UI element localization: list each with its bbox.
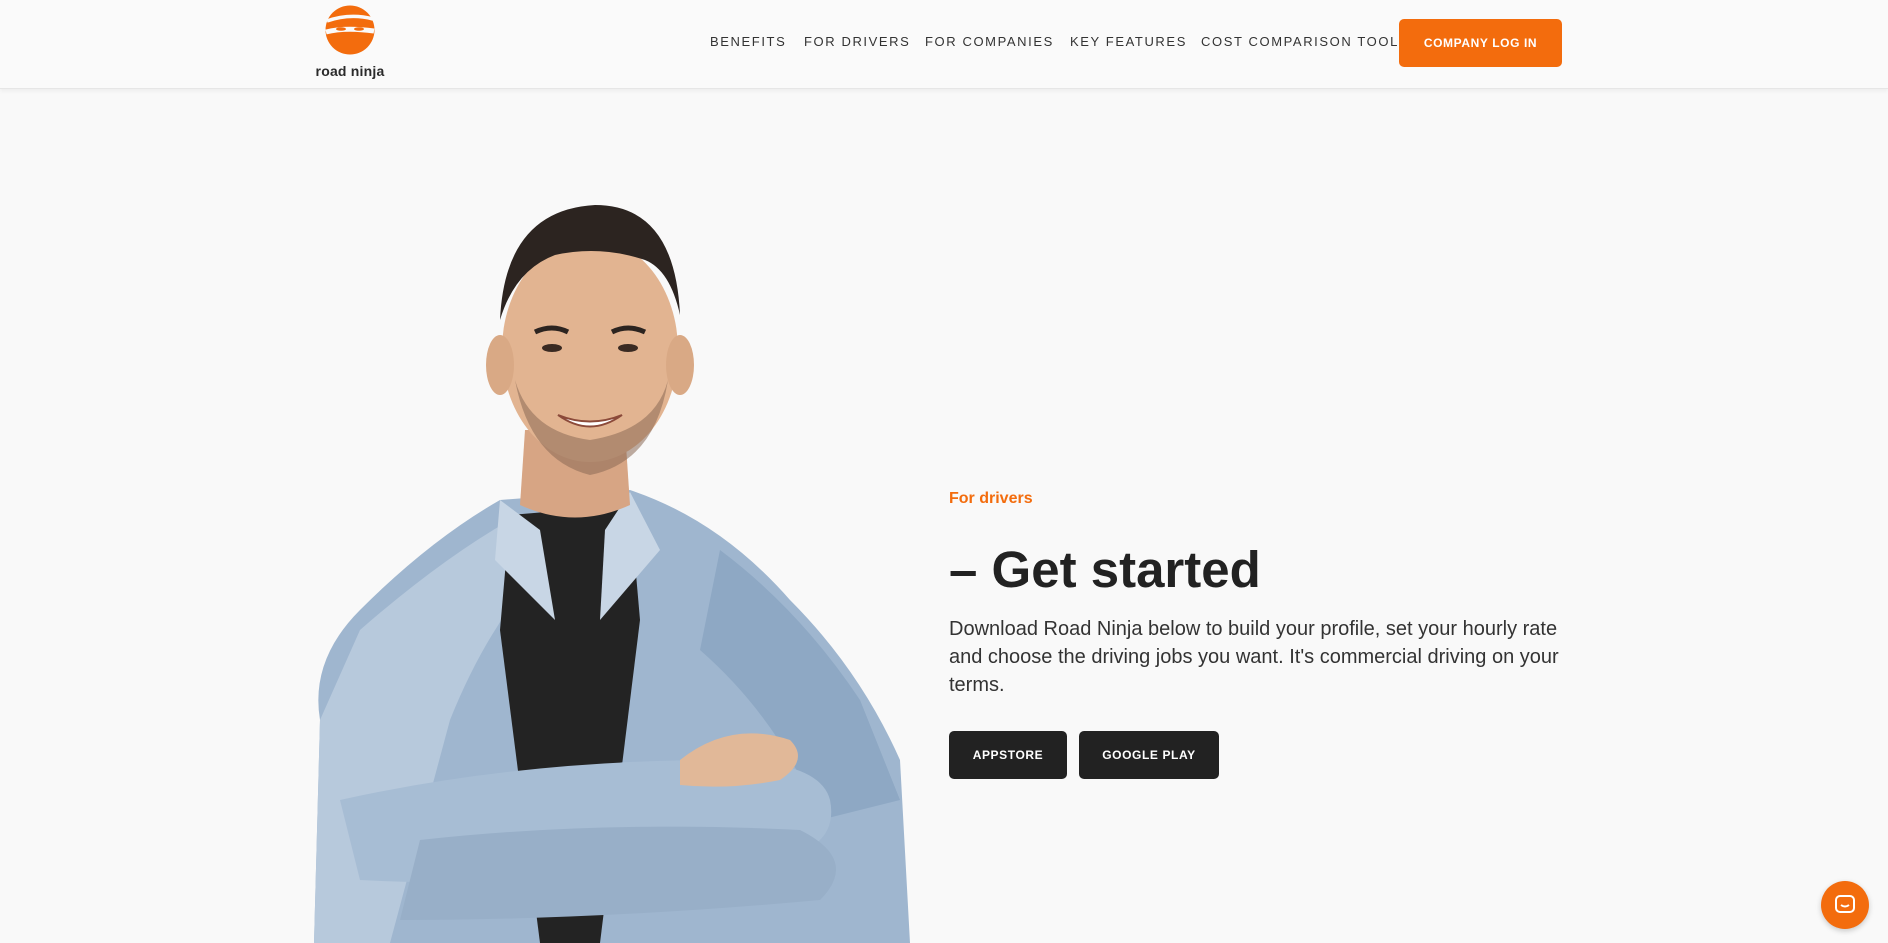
appstore-button[interactable]: APPSTORE: [949, 731, 1067, 779]
logo-text: road ninja: [315, 63, 385, 79]
chat-launcher-button[interactable]: [1821, 881, 1869, 929]
google-play-button[interactable]: GOOGLE PLAY: [1079, 731, 1219, 779]
hero-image: [300, 200, 920, 943]
chat-icon: [1835, 895, 1855, 913]
nav-item-cost-comparison-tool[interactable]: COST COMPARISON TOOL: [1201, 34, 1399, 49]
nav-item-for-drivers[interactable]: FOR DRIVERS: [804, 34, 910, 49]
site-header: road ninja BENEFITS FOR DRIVERS FOR COMP…: [0, 0, 1888, 89]
nav-item-benefits[interactable]: BENEFITS: [710, 34, 786, 49]
nav-item-for-companies[interactable]: FOR COMPANIES: [925, 34, 1054, 49]
hero-headline: – Get started: [949, 541, 1261, 598]
hero-description: Download Road Ninja below to build your …: [949, 618, 1559, 696]
hero-eyebrow: For drivers: [949, 490, 1033, 507]
ninja-logo-icon: [325, 5, 375, 55]
man-portrait-illustration: [314, 205, 910, 943]
nav-item-key-features[interactable]: KEY FEATURES: [1070, 34, 1187, 49]
logo[interactable]: road ninja: [312, 5, 388, 81]
company-login-button[interactable]: COMPANY LOG IN: [1399, 19, 1562, 67]
